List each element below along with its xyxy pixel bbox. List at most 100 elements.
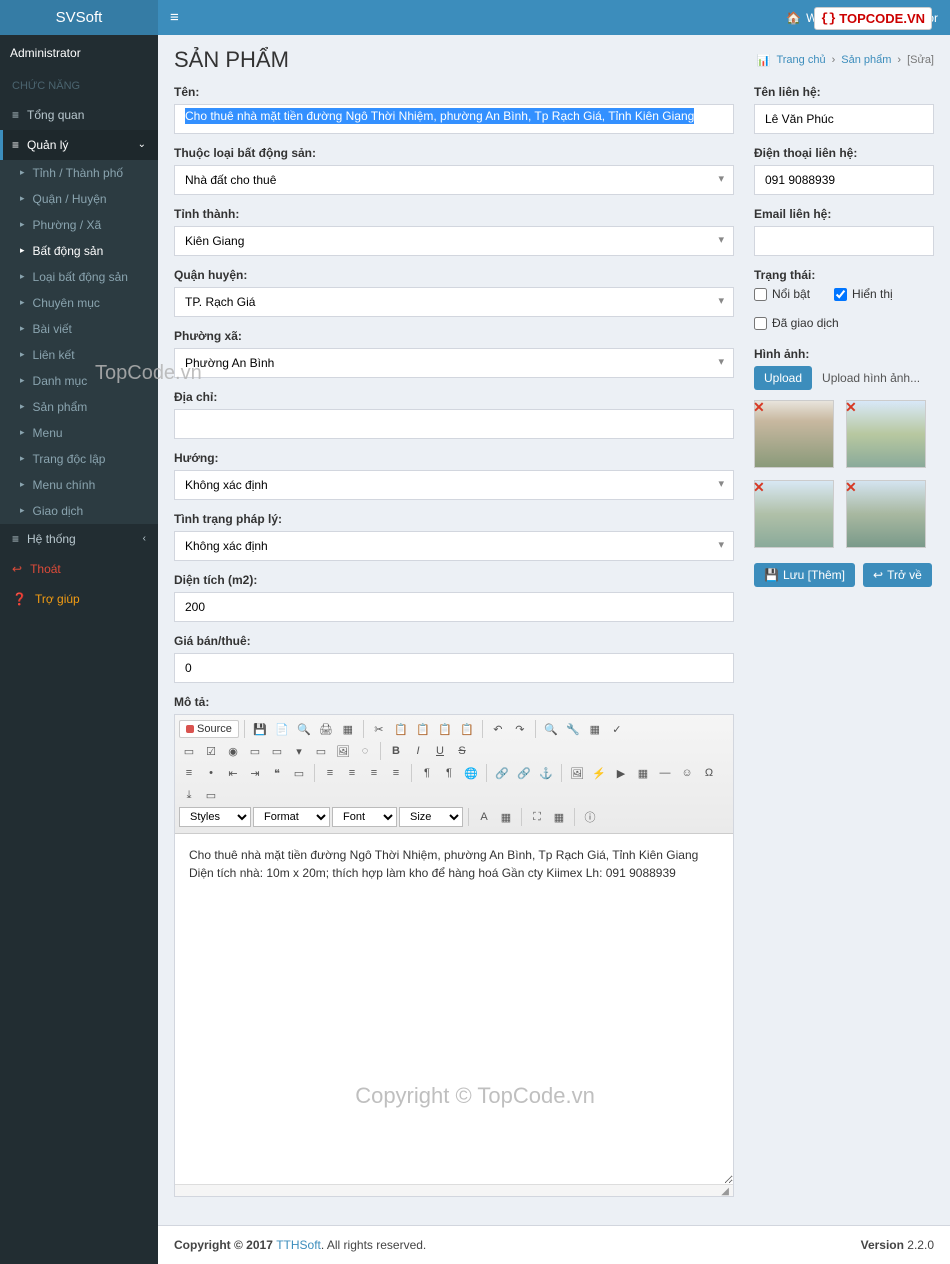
delete-icon[interactable]: ✕ [753,399,765,416]
print-icon[interactable]: 🖨 [316,719,336,739]
sidebar-item-trangdoclap[interactable]: ▸Trang độc lập [0,446,158,472]
ltr-icon[interactable]: ¶ [417,763,437,783]
breadcrumb-sp[interactable]: Sản phẩm [841,54,891,66]
thumbnail-2[interactable]: ✕ [846,400,926,468]
find-icon[interactable]: 🔍 [541,719,561,739]
back-button[interactable]: ↩Trở về [863,563,932,587]
editor-source-button[interactable]: Source [179,720,239,738]
preview-icon[interactable]: 🔍 [294,719,314,739]
sidebar-item-lienket[interactable]: ▸Liên kết [0,342,158,368]
align-center-icon[interactable]: ≡ [342,763,362,783]
copy-icon[interactable]: 📋 [391,719,411,739]
paste-word-icon[interactable]: 📋 [457,719,477,739]
specialchar-icon[interactable]: Ω [699,763,719,783]
selectall-icon[interactable]: ▦ [585,719,605,739]
indent-icon[interactable]: ⇥ [245,763,265,783]
editor-font-select[interactable]: Font [332,807,397,827]
checkbox-noibat[interactable]: Nổi bật [754,287,810,301]
select-phaply[interactable]: Không xác định [174,531,734,561]
sidebar-item-bds[interactable]: ▸Bất động sản [0,238,158,264]
flash-icon[interactable]: ⚡ [589,763,609,783]
anchor-icon[interactable]: ⚓ [536,763,556,783]
undo-icon[interactable]: ↶ [488,719,508,739]
sidebar-toggle[interactable]: ≡ [170,9,179,26]
rtl-icon[interactable]: ¶ [439,763,459,783]
smiley-icon[interactable]: ☺ [677,763,697,783]
select-icon[interactable]: ▾ [289,741,309,761]
checkbox-dagiaodich[interactable]: Đã giao dịch [754,316,839,330]
sidebar-item-danhmuc[interactable]: ▸Danh mục [0,368,158,394]
hidden-icon[interactable]: ◌ [355,741,375,761]
about-icon[interactable]: ⓘ [580,807,600,827]
radio-icon[interactable]: ◉ [223,741,243,761]
paste-text-icon[interactable]: 📋 [435,719,455,739]
nav-manage[interactable]: ≡Quản lý⌄ [0,130,158,160]
thumbnail-4[interactable]: ✕ [846,480,926,548]
strike-icon[interactable]: S [452,741,472,761]
delete-icon[interactable]: ✕ [753,479,765,496]
checkbox-icon[interactable]: ☑ [201,741,221,761]
italic-icon[interactable]: I [408,741,428,761]
paste-icon[interactable]: 📋 [413,719,433,739]
video-icon[interactable]: ▶ [611,763,631,783]
select-phuong[interactable]: Phường An Bình [174,348,734,378]
showblocks-icon[interactable]: ▦ [549,807,569,827]
delete-icon[interactable]: ✕ [845,399,857,416]
input-dt[interactable] [754,165,934,195]
outdent-icon[interactable]: ⇤ [223,763,243,783]
unlink-icon[interactable]: 🔗 [514,763,534,783]
align-justify-icon[interactable]: ≡ [386,763,406,783]
sidebar-item-loaibds[interactable]: ▸Loại bất động sản [0,264,158,290]
input-tenlienhe[interactable] [754,104,934,134]
replace-icon[interactable]: 🔧 [563,719,583,739]
nav-system[interactable]: ≡Hệ thống‹ [0,524,158,554]
select-tinh[interactable]: Kiên Giang [174,226,734,256]
newpage-icon[interactable]: 📄 [272,719,292,739]
nav-help[interactable]: ❓Trợ giúp [0,584,158,614]
quote-icon[interactable]: ❝ [267,763,287,783]
image-btn-icon[interactable]: 🖼 [333,741,353,761]
upload-button[interactable]: Upload [754,366,812,390]
footer-company-link[interactable]: TTHSoft [276,1238,321,1252]
delete-icon[interactable]: ✕ [845,479,857,496]
select-quan[interactable]: TP. Rạch Giá [174,287,734,317]
input-diachi[interactable] [174,409,734,439]
brand-logo[interactable]: SVSoft [0,0,158,35]
select-loai[interactable]: Nhà đất cho thuê [174,165,734,195]
sidebar-item-quan[interactable]: ▸Quận / Huyện [0,186,158,212]
editor-resize-handle[interactable] [175,1184,733,1196]
sidebar-item-chuyenmuc[interactable]: ▸Chuyên mục [0,290,158,316]
align-left-icon[interactable]: ≡ [320,763,340,783]
list-ordered-icon[interactable]: ≡ [179,763,199,783]
template-icon[interactable]: ▦ [338,719,358,739]
nav-overview[interactable]: ≡Tổng quan [0,100,158,130]
nav-logout[interactable]: ↩Thoát [0,554,158,584]
textfield-icon[interactable]: ▭ [245,741,265,761]
hr-icon[interactable]: — [655,763,675,783]
sidebar-item-giaodich[interactable]: ▸Giao dịch [0,498,158,524]
save-icon[interactable]: 💾 [250,719,270,739]
sidebar-item-sanpham[interactable]: ▸Sản phẩm [0,394,158,420]
table-icon[interactable]: ▦ [633,763,653,783]
save-button[interactable]: 💾Lưu [Thêm] [754,563,855,587]
sidebar-item-tinh[interactable]: ▸Tỉnh / Thành phố [0,160,158,186]
button-icon[interactable]: ▭ [311,741,331,761]
input-email[interactable] [754,226,934,256]
editor-styles-select[interactable]: Styles [179,807,251,827]
sidebar-item-menuchinh[interactable]: ▸Menu chính [0,472,158,498]
sidebar-item-phuong[interactable]: ▸Phường / Xã [0,212,158,238]
editor-content[interactable]: Cho thuê nhà mặt tiền đường Ngô Thời Nhi… [175,834,733,1184]
link-icon[interactable]: 🔗 [492,763,512,783]
underline-icon[interactable]: U [430,741,450,761]
editor-size-select[interactable]: Size [399,807,463,827]
maximize-icon[interactable]: ⛶ [527,807,547,827]
bgcolor-icon[interactable]: ▦ [496,807,516,827]
textcolor-icon[interactable]: A [474,807,494,827]
form-icon[interactable]: ▭ [179,741,199,761]
image-icon[interactable]: 🖼 [567,763,587,783]
sidebar-item-menu[interactable]: ▸Menu [0,420,158,446]
lang-icon[interactable]: 🌐 [461,763,481,783]
pagebreak-icon[interactable]: ⤓ [179,785,199,805]
sidebar-item-baiviet[interactable]: ▸Bài viết [0,316,158,342]
redo-icon[interactable]: ↷ [510,719,530,739]
